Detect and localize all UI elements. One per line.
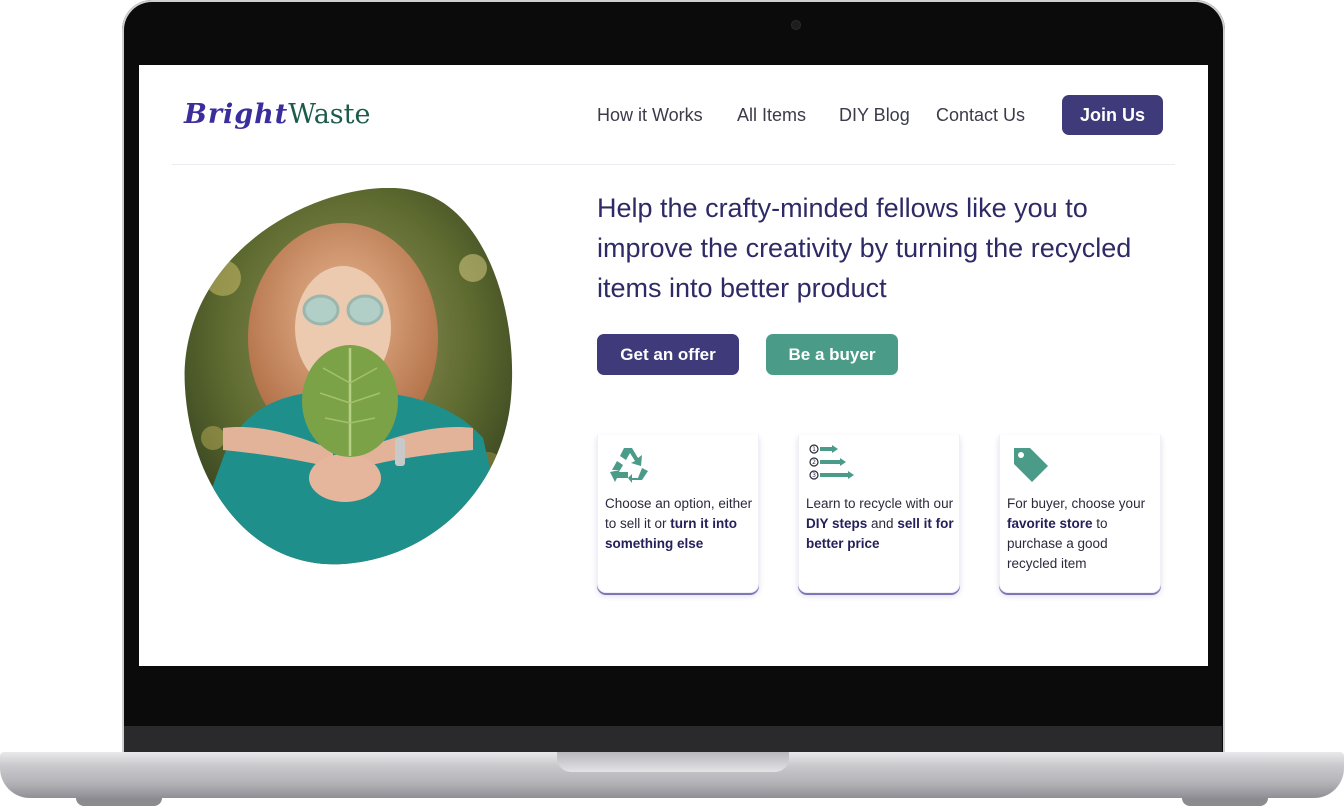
nav-diy-blog[interactable]: DIY Blog (839, 105, 910, 126)
header-divider (172, 164, 1175, 165)
nav-contact-us[interactable]: Contact Us (936, 105, 1025, 126)
card-text: Learn to recycle with our DIY steps and … (806, 494, 958, 554)
feature-card-sell-or-diy[interactable]: Choose an option, either to sell it or t… (597, 435, 759, 593)
join-us-button[interactable]: Join Us (1062, 95, 1163, 135)
camera-icon (791, 20, 801, 30)
price-tag-icon (1014, 448, 1048, 482)
brand-part-bright: Bright (184, 99, 289, 130)
nav-all-items[interactable]: All Items (737, 105, 806, 126)
recycle-icon (610, 448, 648, 483)
numbered-steps-icon: 1 2 3 (809, 444, 854, 480)
laptop-notch (557, 752, 789, 772)
svg-text:1: 1 (812, 446, 816, 453)
svg-text:3: 3 (812, 472, 816, 479)
nav-how-it-works[interactable]: How it Works (597, 105, 703, 126)
website-screen: BrightWaste How it Works All Items DIY B… (139, 65, 1208, 666)
hero-photo (184, 188, 513, 565)
card-text-part: Learn to recycle with our (806, 496, 954, 511)
feature-card-buyer[interactable]: For buyer, choose your favorite store to… (999, 435, 1161, 593)
card-text: Choose an option, either to sell it or t… (605, 494, 757, 554)
feature-card-diy-steps[interactable]: 1 2 3 Learn to recycle with our DIY steps … (798, 435, 960, 593)
hero-headline: Help the crafty-minded fellows like you … (597, 193, 1132, 303)
laptop-foot (76, 798, 162, 806)
card-text-bold: favorite store (1007, 516, 1093, 531)
get-offer-button[interactable]: Get an offer (597, 334, 739, 375)
brand-part-waste: Waste (288, 99, 371, 130)
card-text: For buyer, choose your favorite store to… (1007, 494, 1159, 574)
be-buyer-button[interactable]: Be a buyer (766, 334, 898, 375)
svg-text:2: 2 (812, 459, 816, 466)
brand-logo[interactable]: BrightWaste (184, 99, 370, 130)
laptop-foot (1182, 798, 1268, 806)
card-text-part: and (867, 516, 898, 531)
card-text-bold: DIY steps (806, 516, 868, 531)
card-text-part: For buyer, choose your (1007, 496, 1146, 511)
